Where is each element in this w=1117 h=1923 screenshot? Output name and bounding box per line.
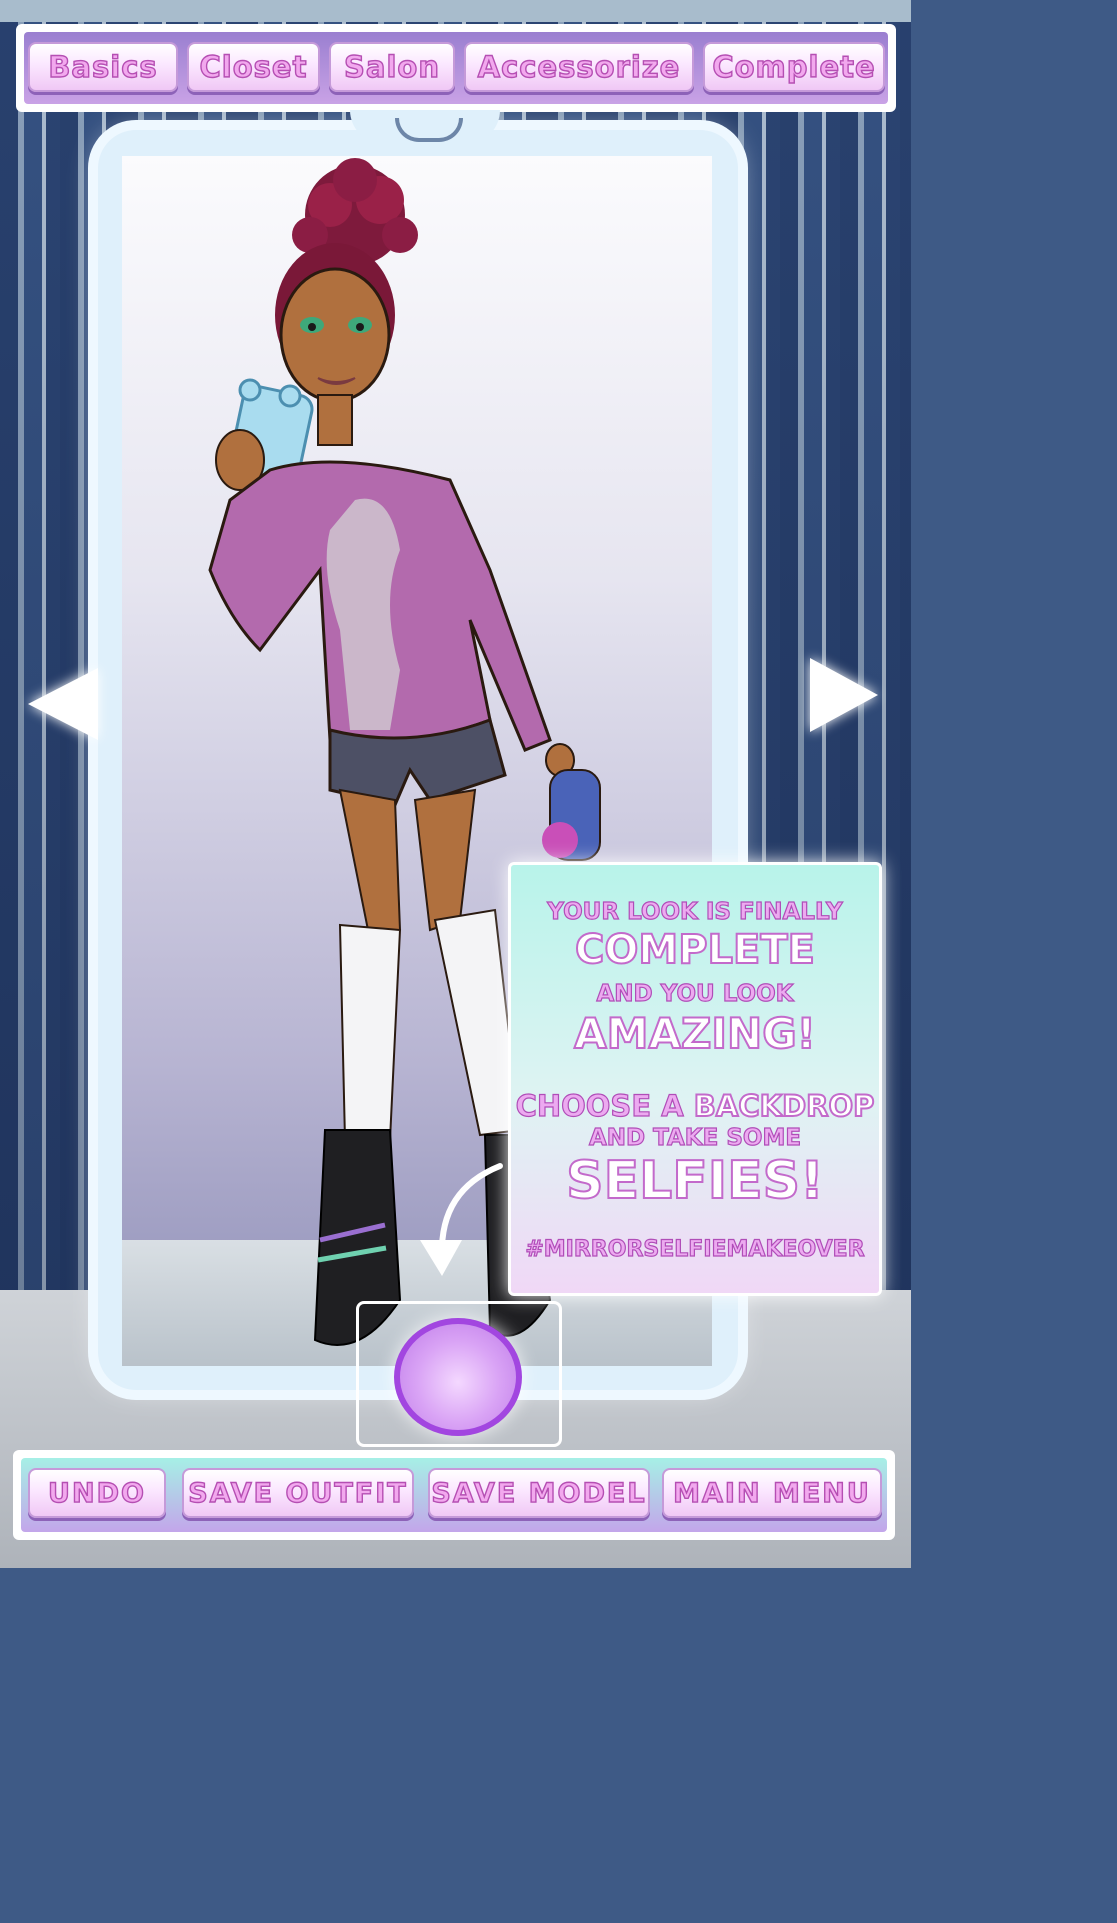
message-line-amazing: AMAZING! — [573, 1008, 817, 1059]
tab-complete[interactable]: Complete — [703, 42, 885, 92]
message-line-take: AND TAKE SOME — [588, 1124, 802, 1151]
right-triangle-arrow-icon[interactable] — [810, 658, 878, 732]
main-menu-button[interactable]: MAIN MENU — [662, 1468, 882, 1518]
hashtag-text: #MIRRORSELFIEMAKEOVER — [525, 1236, 865, 1262]
undo-button[interactable]: UNDO — [28, 1468, 166, 1518]
message-line-1: YOUR LOOK IS FINALLY — [547, 898, 844, 925]
tab-salon[interactable]: Salon — [329, 42, 455, 92]
voodoo-doll — [542, 769, 601, 861]
message-line-choose: CHOOSE A BACKDROP — [511, 1088, 879, 1124]
message-line-selfies: SELFIES! — [565, 1150, 825, 1212]
completion-message-panel: YOUR LOOK IS FINALLY COMPLETE AND YOU LO… — [508, 862, 882, 1296]
message-backdrop-text: BACKDROP — [693, 1088, 876, 1124]
tab-closet[interactable]: Closet — [187, 42, 320, 92]
save-model-button[interactable]: SAVE MODEL — [428, 1468, 650, 1518]
message-line-complete: COMPLETE — [574, 926, 816, 974]
camera-shutter-button[interactable] — [394, 1318, 522, 1436]
message-line-3: AND YOU LOOK — [596, 980, 794, 1007]
left-triangle-arrow-icon[interactable] — [28, 668, 98, 740]
tab-basics[interactable]: Basics — [28, 42, 178, 92]
save-outfit-button[interactable]: SAVE OUTFIT — [182, 1468, 414, 1518]
message-choose-text: CHOOSE A — [515, 1088, 684, 1123]
curtain-rod — [0, 0, 911, 22]
knee-socks — [338, 923, 402, 1141]
tab-accessorize[interactable]: Accessorize — [464, 42, 694, 92]
curved-arrow-icon — [420, 1163, 503, 1276]
